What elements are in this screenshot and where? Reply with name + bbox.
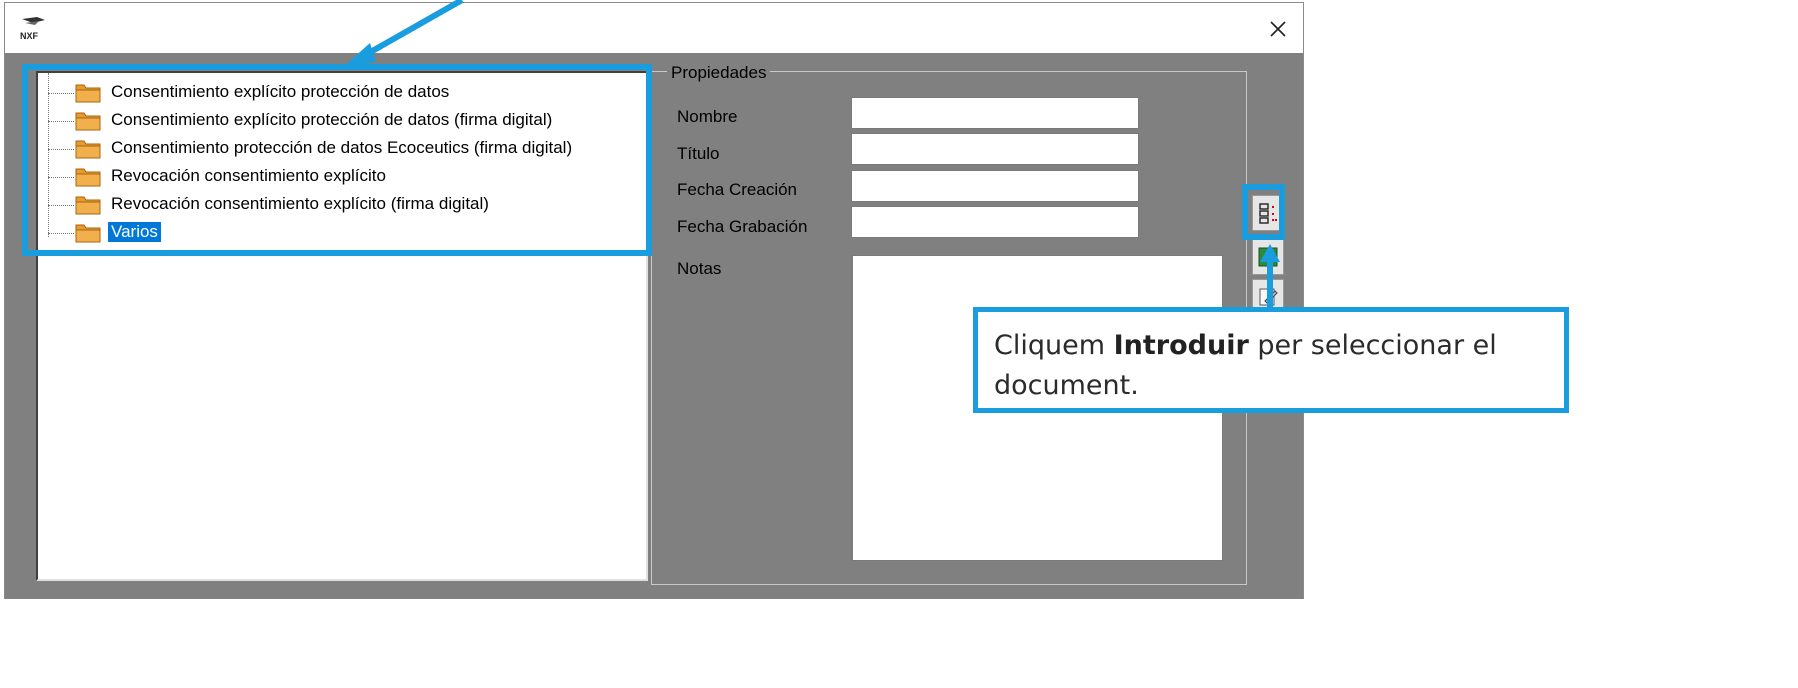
arrow-head-tree [342, 43, 376, 68]
callout-text-bold: Introduir [1113, 330, 1249, 361]
arrow-head-button [1260, 244, 1280, 262]
callout-text-before: Cliquem [994, 330, 1114, 361]
instruction-callout: Cliquem Introduir per seleccionar el doc… [973, 307, 1569, 413]
arrow-to-tree [358, 0, 464, 61]
